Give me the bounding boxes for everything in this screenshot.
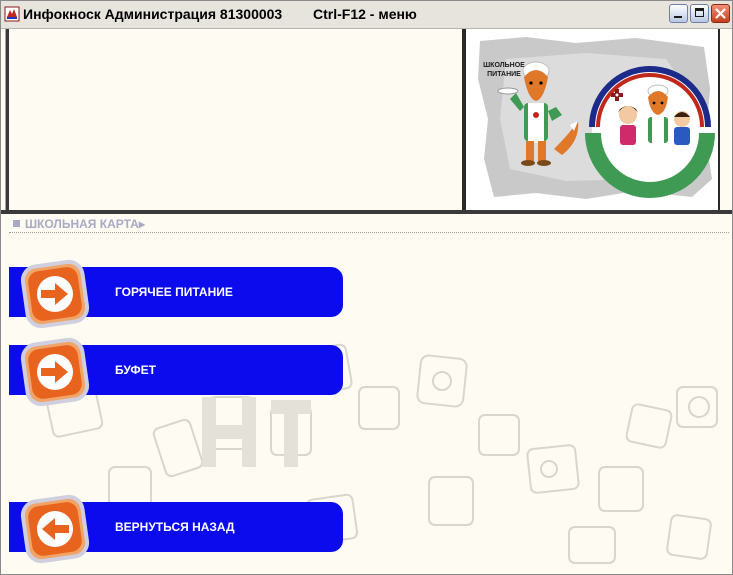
app-icon: [4, 6, 20, 22]
logo-caption-line1: ШКОЛЬНОЕ: [483, 62, 525, 69]
go-back-label: ВЕРНУТЬСЯ НАЗАД: [115, 520, 235, 534]
hot-meals-label: ГОРЯЧЕЕ ПИТАНИЕ: [115, 285, 233, 299]
logo-caption-line2: ПИТАНИЕ: [487, 71, 521, 78]
ring-emblem-icon: ШКОЛЬНОЕ ПИТАНИЕ: [585, 66, 715, 198]
close-icon: [715, 8, 726, 19]
maximize-button[interactable]: [690, 4, 709, 23]
arrow-right-icon: [20, 259, 90, 329]
window-title: Инфокноск Администрация 81300003: [23, 6, 283, 22]
horizontal-divider: [1, 210, 732, 214]
right-edge: [718, 29, 720, 210]
section-header: ШКОЛЬНАЯ КАРТА▸: [13, 217, 145, 231]
dotted-separator: [9, 232, 729, 233]
minimize-button[interactable]: [669, 4, 688, 23]
app-window: Инфокноск Администрация 81300003 Ctrl-F1…: [0, 0, 733, 575]
square-bullet-icon: [13, 220, 20, 227]
minimize-icon: [674, 16, 682, 18]
close-button[interactable]: [711, 4, 730, 23]
left-strip-bar: [6, 29, 9, 210]
top-area: ШКОЛЬНОЕ ПИТАНИЕ ШКОЛЬНОЕ ПИТАНИЕ: [1, 29, 732, 210]
title-bar[interactable]: Инфокноск Администрация 81300003 Ctrl-F1…: [1, 1, 732, 29]
menu-shortcut-hint: Ctrl-F12 - меню: [313, 6, 417, 22]
arrow-left-icon: [20, 494, 90, 564]
school-meals-logo-image: ШКОЛЬНОЕ ПИТАНИЕ ШКОЛЬНОЕ ПИТАНИЕ: [478, 37, 715, 199]
buffet-label: БУФЕТ: [115, 363, 156, 377]
arrow-right-icon: [20, 337, 90, 407]
maximize-icon: [695, 8, 704, 17]
school-meals-logo: ШКОЛЬНОЕ ПИТАНИЕ ШКОЛЬНОЕ ПИТАНИЕ: [466, 29, 718, 210]
top-content-panel: [10, 29, 462, 210]
section-title: ШКОЛЬНАЯ КАРТА▸: [25, 217, 145, 231]
